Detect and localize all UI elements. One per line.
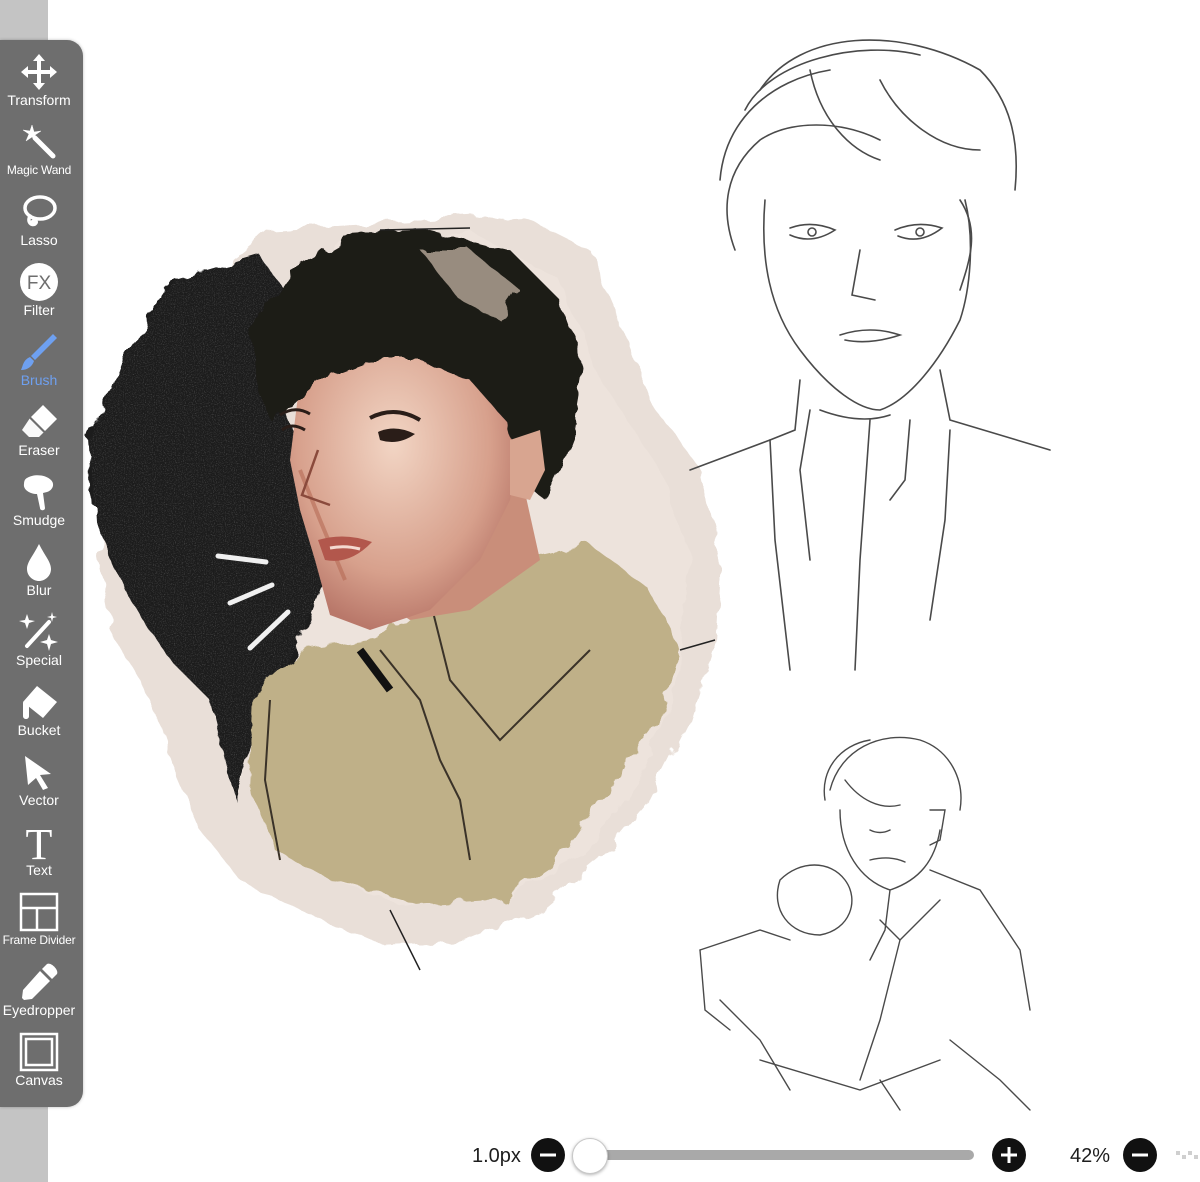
eraser-icon — [17, 400, 61, 444]
tool-label: Vector — [19, 792, 59, 808]
plus-circle-icon — [1001, 1147, 1017, 1163]
tool-label: Lasso — [20, 232, 58, 248]
more-options-icon[interactable] — [1176, 1149, 1200, 1161]
zoom-level-value: 42% — [1070, 1145, 1111, 1167]
tool-transform[interactable]: Transform — [0, 50, 78, 120]
tool-label: Filter — [23, 302, 55, 318]
painted-portrait — [90, 215, 720, 971]
frame-divider-icon — [17, 890, 61, 934]
pencil-sketch-portrait — [689, 39, 1051, 671]
brush-size-value: 1.0px — [472, 1145, 521, 1167]
blur-drop-icon — [17, 540, 61, 584]
tool-frame-divider[interactable]: Frame Divider — [0, 890, 78, 960]
vector-arrow-icon — [17, 750, 61, 794]
brush-size-slider-track[interactable] — [590, 1150, 974, 1160]
brush-size-decrease-button[interactable] — [531, 1138, 565, 1172]
brush-size-slider-knob[interactable] — [572, 1138, 608, 1174]
eyedropper-icon — [17, 960, 61, 1004]
tool-label: Smudge — [12, 512, 66, 528]
tool-special[interactable]: Special — [0, 610, 78, 680]
tool-label: Blur — [26, 582, 52, 598]
tool-smudge[interactable]: Smudge — [0, 470, 78, 540]
minus-circle-icon — [1132, 1153, 1148, 1157]
tool-eyedropper[interactable]: Eyedropper — [0, 960, 78, 1030]
special-sparkle-icon — [17, 610, 61, 654]
tool-label: Frame Divider — [2, 933, 76, 947]
tool-panel: Transform Magic Wand Lasso FX Filter Bru… — [0, 40, 83, 1107]
bucket-icon — [17, 680, 61, 724]
tool-eraser[interactable]: Eraser — [0, 400, 78, 470]
tool-text[interactable]: T Text — [0, 820, 78, 890]
pencil-sketch-figure — [699, 736, 1031, 1111]
brush-icon — [17, 330, 61, 374]
tool-blur[interactable]: Blur — [0, 540, 78, 610]
tool-magic-wand[interactable]: Magic Wand — [0, 120, 78, 190]
tool-brush[interactable]: Brush — [0, 330, 78, 400]
text-icon: T — [17, 820, 61, 869]
tool-label: Magic Wand — [6, 163, 72, 177]
tool-vector[interactable]: Vector — [0, 750, 78, 820]
transform-icon — [17, 50, 61, 94]
tool-label: Text — [26, 862, 52, 878]
tool-filter[interactable]: FX Filter — [0, 260, 78, 330]
brush-size-increase-button[interactable] — [992, 1138, 1026, 1172]
tool-lasso[interactable]: Lasso — [0, 190, 78, 260]
lasso-icon — [17, 190, 61, 234]
tool-canvas[interactable]: Canvas — [0, 1030, 78, 1100]
minus-circle-icon — [540, 1153, 556, 1157]
canvas-icon — [17, 1030, 61, 1074]
tool-label: Brush — [20, 372, 58, 388]
tool-label: Eraser — [18, 442, 60, 458]
magic-wand-icon — [17, 120, 61, 164]
tool-bucket[interactable]: Bucket — [0, 680, 78, 750]
tool-label: Canvas — [15, 1072, 63, 1088]
tool-label: Special — [16, 652, 62, 668]
drawing-canvas[interactable] — [84, 0, 1200, 1130]
smudge-icon — [17, 470, 61, 514]
tool-label: Bucket — [17, 722, 61, 738]
tool-label: Eyedropper — [2, 1002, 76, 1018]
tool-label: Transform — [7, 92, 71, 108]
filter-fx-icon: FX — [17, 260, 61, 304]
fx-glyph: FX — [27, 273, 52, 294]
zoom-decrease-button[interactable] — [1123, 1138, 1157, 1172]
